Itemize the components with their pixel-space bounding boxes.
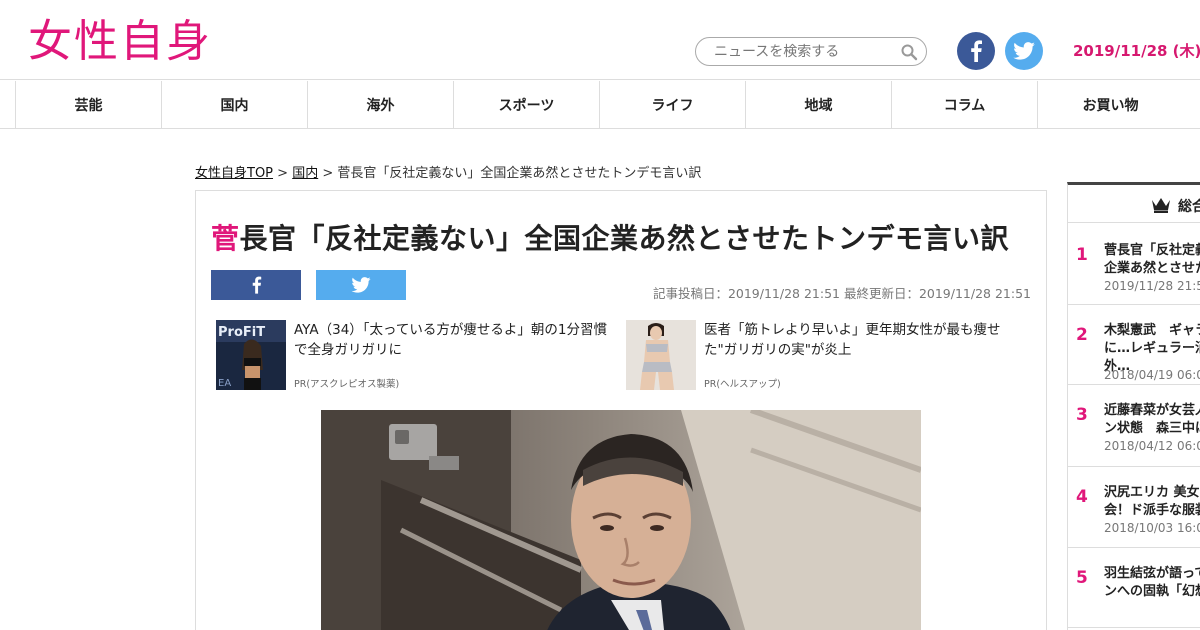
pr-thumbnail[interactable]: ProFiT EA	[216, 320, 286, 390]
site-logo[interactable]: 女性自身	[28, 14, 212, 70]
article-title-first-char: 菅	[211, 222, 240, 255]
search-box[interactable]	[695, 37, 927, 66]
facebook-icon	[971, 40, 982, 62]
site-header: 女性自身 2019/11/28 (木)	[0, 0, 1200, 80]
pr-thumb-text: ProFiT	[218, 325, 265, 340]
ranking-item[interactable]: 4 沢尻エリカ 美女４ 会！ド派手な服装2018/10/03 16:00	[1068, 467, 1200, 548]
pr-title[interactable]: AYA（34）「太っている方が痩せるよ」朝の1分習慣で全身ガリガリに	[294, 320, 614, 360]
pr-sponsor: PR(ヘルスアップ)	[704, 379, 781, 390]
nav-item[interactable]: 地域	[745, 81, 891, 128]
ranking-item[interactable]: 3 近藤春菜が女芸人 ン状態 森三中は2018/04/12 06:00	[1068, 385, 1200, 467]
nav-item[interactable]: 海外	[307, 81, 453, 128]
search-icon[interactable]	[900, 43, 918, 61]
facebook-link[interactable]	[957, 32, 995, 70]
article-post-meta: 記事投稿日：2019/11/28 21:51 最終更新日：2019/11/28 …	[652, 286, 1031, 301]
breadcrumb-category-link[interactable]: 国内	[292, 166, 318, 181]
pr-item[interactable]: ProFiT EA AYA（34）「太っている方が痩せるよ」朝の1分習慣で全身ガ…	[216, 320, 616, 392]
breadcrumb-separator: >	[318, 166, 338, 181]
ranking-title[interactable]: 羽生結弦が語って ンへの固執「幻想	[1104, 565, 1200, 601]
ranking-item[interactable]: 5 羽生結弦が語って ンへの固執「幻想	[1068, 548, 1200, 628]
facebook-share-button[interactable]	[211, 270, 301, 300]
ranking-number: 2	[1076, 325, 1088, 345]
crown-icon	[1152, 198, 1170, 213]
ranking-title[interactable]: 菅長官「反社定義 企業あ然とさせた	[1104, 242, 1200, 278]
breadcrumb-current: 菅長官「反社定義ない」全国企業あ然とさせたトンデモ言い訳	[337, 166, 702, 181]
category-nav: 芸能 国内 海外 スポーツ ライフ 地域 コラム お買い物	[0, 81, 1200, 129]
svg-text:EA: EA	[218, 378, 231, 389]
twitter-icon	[351, 277, 371, 293]
pr-title[interactable]: 医者「筋トレより早いよ」更年期女性が最も痩せた"ガリガリの実"が炎上	[704, 320, 1024, 360]
twitter-icon	[1013, 42, 1035, 60]
nav-item[interactable]: 芸能	[15, 81, 161, 128]
nav-item[interactable]: ライフ	[599, 81, 745, 128]
nav-item[interactable]: スポーツ	[453, 81, 599, 128]
nav-item[interactable]: 国内	[161, 81, 307, 128]
article-title-rest: 長官「反社定義ない」全国企業あ然とさせたトンデモ言い訳	[239, 222, 1010, 255]
twitter-link[interactable]	[1005, 32, 1043, 70]
pr-sponsor: PR(アスクレピオス製薬)	[294, 379, 400, 390]
ranking-sidebar: 総合 1 菅長官「反社定義 企業あ然とさせた2019/11/28 21:51 2木梨…	[1067, 182, 1200, 630]
search-input[interactable]	[714, 42, 904, 62]
article-container: 菅長官「反社定義ない」全国企業あ然とさせたトンデモ言い訳 記事投稿日：2019/…	[195, 190, 1047, 630]
article-main-photo	[321, 410, 921, 630]
ranking-number: 4	[1076, 487, 1088, 507]
nav-item[interactable]: コラム	[891, 81, 1037, 128]
ranking-number: 1	[1076, 245, 1088, 265]
twitter-share-button[interactable]	[316, 270, 406, 300]
ranking-number: 3	[1076, 405, 1088, 425]
article-title: 菅長官「反社定義ない」全国企業あ然とさせたトンデモ言い訳	[211, 217, 1009, 257]
ranking-date: 2019/11/28 21:51	[1104, 279, 1200, 293]
ranking-date: 2018/10/03 16:00	[1104, 521, 1200, 535]
breadcrumb-separator: >	[273, 166, 293, 181]
ranking-title[interactable]: 近藤春菜が女芸人 ン状態 森三中は	[1104, 402, 1200, 438]
facebook-icon	[252, 276, 261, 294]
nav-item[interactable]: お買い物	[1037, 81, 1183, 128]
ranking-date: 2018/04/19 06:00	[1104, 368, 1200, 382]
ranking-number: 5	[1076, 568, 1088, 588]
ranking-title[interactable]: 沢尻エリカ 美女４ 会！ド派手な服装	[1104, 484, 1200, 520]
ranking-item[interactable]: 2木梨憲武 ギャラ に…レギュラー消 外…2018/04/19 06:00	[1068, 305, 1200, 385]
ranking-item[interactable]: 1 菅長官「反社定義 企業あ然とさせた2019/11/28 21:51	[1068, 225, 1200, 305]
ranking-heading: 総合	[1178, 199, 1200, 215]
pr-thumbnail[interactable]	[626, 320, 696, 390]
breadcrumb-home-link[interactable]: 女性自身TOP	[195, 166, 273, 181]
pr-item[interactable]: 医者「筋トレより早いよ」更年期女性が最も痩せた"ガリガリの実"が炎上 PR(ヘル…	[626, 320, 1026, 392]
breadcrumb: 女性自身TOP > 国内 > 菅長官「反社定義ない」全国企業あ然とさせたトンデモ…	[195, 162, 701, 181]
current-date: 2019/11/28 (木)	[1073, 42, 1200, 60]
ranking-date: 2018/04/12 06:00	[1104, 439, 1200, 453]
